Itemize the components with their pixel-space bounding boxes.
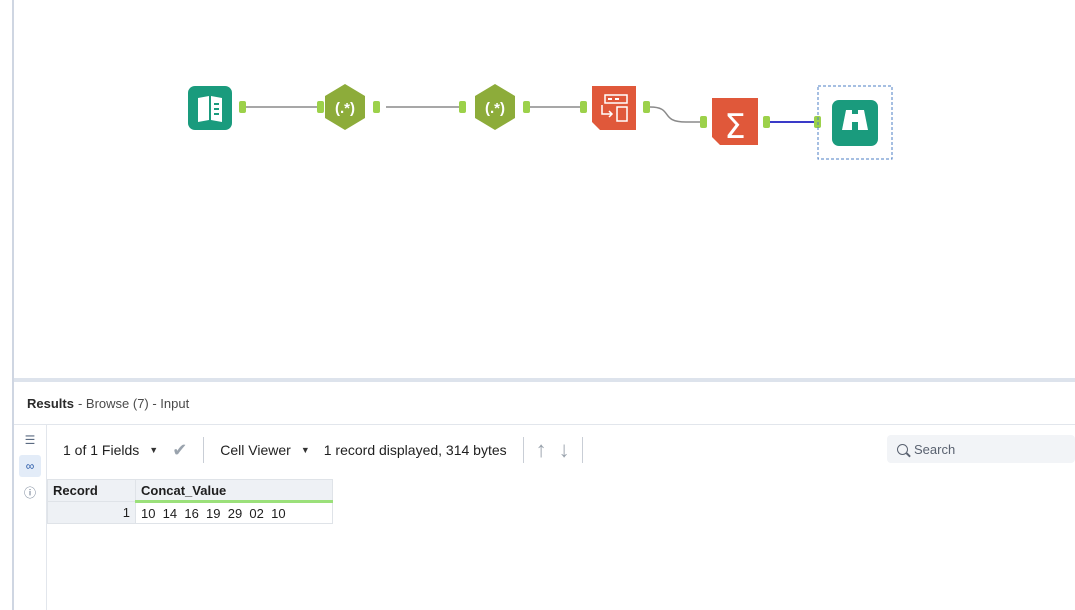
cross-tab-tool[interactable] — [592, 86, 636, 130]
concat-value-cell[interactable]: 10 14 16 19 29 02 10 — [135, 501, 333, 524]
regex-tool-2[interactable]: (.*) — [475, 84, 515, 130]
column-header-concat-value[interactable]: Concat_Value — [135, 479, 333, 503]
summarize-tool[interactable]: Σ — [712, 98, 758, 147]
workflow-diagram: (.*) (.*) Σ — [188, 84, 893, 160]
results-panel: Results - Browse (7) - Input ☰ ∞ ⓘ 1 of … — [14, 382, 1075, 610]
workflow-canvas[interactable]: (.*) (.*) Σ — [14, 0, 1075, 378]
cell-viewer-selector[interactable]: Cell Viewer ▼ — [220, 442, 309, 458]
column-header-record[interactable]: Record — [47, 479, 136, 502]
regex-tool-1[interactable]: (.*) — [325, 84, 365, 130]
results-toolbar: 1 of 1 Fields ▼ ✔ Cell Viewer ▼ 1 record… — [47, 425, 1075, 475]
record-number-cell[interactable]: 1 — [47, 501, 136, 524]
arrow-up-icon[interactable]: ↑ — [536, 437, 547, 463]
record-info: 1 record displayed, 314 bytes — [323, 442, 507, 458]
svg-text:(.*): (.*) — [485, 100, 505, 117]
svg-text:Σ: Σ — [724, 107, 745, 147]
list-icon[interactable]: ☰ — [19, 429, 41, 451]
results-subtitle: - Browse (7) - Input — [77, 395, 190, 411]
fields-selector[interactable]: 1 of 1 Fields ▼ — [63, 442, 158, 458]
checkmark-icon[interactable]: ✔ — [172, 440, 187, 461]
browse-tool[interactable] — [817, 85, 893, 160]
toolbar-divider — [581, 437, 583, 463]
table-row[interactable]: 1 10 14 16 19 29 02 10 — [47, 501, 333, 524]
chevron-down-icon: ▼ — [149, 445, 159, 455]
cell-viewer-label: Cell Viewer — [220, 442, 291, 458]
binoculars-icon[interactable]: ∞ — [19, 455, 41, 477]
results-title: Results — [27, 395, 74, 411]
arrow-down-icon[interactable]: ↓ — [559, 437, 570, 463]
search-input[interactable]: Search — [887, 435, 1075, 463]
results-table: Record Concat_Value 1 10 14 16 19 29 02 … — [47, 479, 333, 524]
results-side-toolbar: ☰ ∞ ⓘ — [14, 425, 47, 610]
toolbar-divider — [522, 437, 524, 463]
left-rail — [0, 0, 14, 610]
toolbar-divider — [203, 437, 205, 463]
connector-4 — [649, 106, 704, 123]
input-data-tool[interactable] — [188, 86, 232, 130]
results-header: Results - Browse (7) - Input — [14, 382, 1075, 425]
fields-label: 1 of 1 Fields — [63, 442, 140, 458]
help-icon[interactable]: ⓘ — [19, 481, 41, 503]
search-icon — [897, 443, 908, 455]
chevron-down-icon: ▼ — [300, 445, 310, 455]
svg-text:(.*): (.*) — [335, 100, 355, 117]
search-placeholder: Search — [914, 441, 956, 457]
